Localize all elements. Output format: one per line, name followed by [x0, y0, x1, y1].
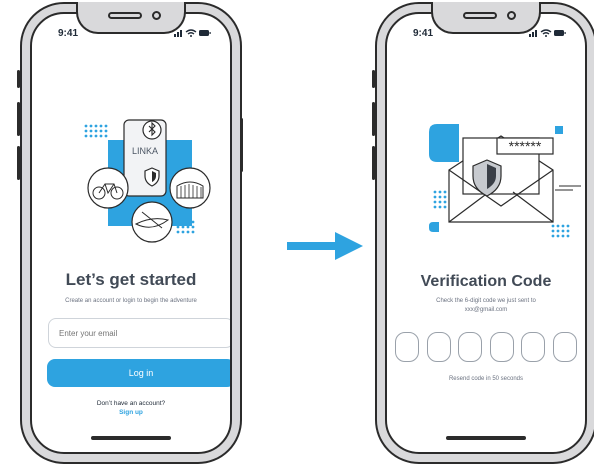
speaker-grille [108, 12, 142, 19]
front-camera [152, 11, 161, 20]
code-digit-5[interactable] [521, 332, 546, 362]
verify-illustration: ****** [429, 124, 581, 238]
home-indicator [91, 436, 171, 440]
password-field-bubble: ****** [496, 137, 554, 155]
page-subtitle: Check the 6-digit code we just sent to [436, 298, 536, 304]
code-input-row [395, 332, 577, 362]
login-illustration: LINKA [84, 119, 211, 243]
battery-icon [199, 30, 211, 36]
code-digit-4[interactable] [489, 332, 514, 362]
code-digit-2[interactable] [426, 332, 451, 362]
wifi-icon [185, 29, 197, 37]
phone-frame-login: 9:41 LINKA Let’s get started Create an a… [20, 2, 242, 464]
front-camera [507, 11, 516, 20]
code-digit-3[interactable] [458, 332, 483, 362]
status-icons [529, 29, 566, 37]
status-time: 9:41 [58, 28, 79, 39]
signal-icon [174, 30, 182, 37]
email-address: xxx@gmail.com [464, 307, 508, 313]
page-subtitle: Create an account or login to begin the … [65, 298, 197, 304]
no-account-text: Don’t have an account? [96, 400, 166, 407]
bluetooth-icon [142, 120, 162, 140]
code-digit-6[interactable] [552, 332, 577, 362]
signup-link[interactable]: Sign up [32, 409, 230, 416]
page-title: Let’s get started [65, 270, 197, 289]
login-screen: 9:41 LINKA Let’s get started Create an a… [30, 12, 232, 454]
illustration-brand: LINKA [132, 146, 158, 156]
status-time: 9:41 [413, 28, 434, 39]
login-button[interactable]: Log in [47, 359, 230, 387]
resend-timer: Resend code in 50 seconds [448, 376, 524, 382]
phone-frame-verify: 9:41 ****** Verification Code Check the … [375, 2, 594, 464]
verify-screen: 9:41 ****** Verification Code Check the … [385, 12, 587, 454]
blue-corner-shape [429, 124, 459, 162]
notch [76, 2, 186, 34]
blue-square [555, 126, 563, 134]
gate-icon [169, 167, 211, 209]
email-field[interactable] [48, 318, 230, 348]
notch [431, 2, 541, 34]
arrow-right-icon [287, 232, 363, 260]
page-title: Verification Code [420, 273, 552, 290]
battery-icon [554, 30, 566, 36]
speaker-grille [463, 12, 497, 19]
bicycle-icon [87, 167, 129, 209]
code-digit-1[interactable] [395, 332, 419, 362]
kayak-icon [131, 201, 173, 243]
home-indicator [446, 436, 526, 440]
wifi-icon [540, 29, 552, 37]
status-icons [174, 29, 211, 37]
password-mask: ****** [509, 138, 542, 154]
signal-icon [529, 30, 537, 37]
blue-corner-small [429, 222, 439, 232]
